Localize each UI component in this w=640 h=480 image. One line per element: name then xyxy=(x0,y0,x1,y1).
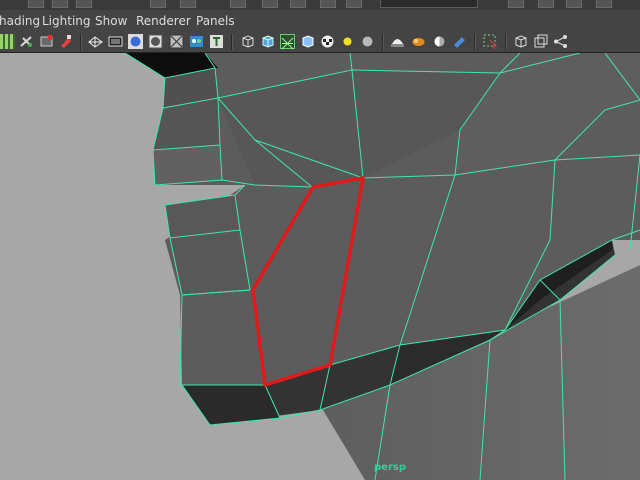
anti-aliasing-icon[interactable] xyxy=(452,34,467,49)
wireframe-cube-icon[interactable] xyxy=(240,34,255,49)
shaded-sphere-icon[interactable] xyxy=(128,34,143,49)
xray-joints-icon[interactable] xyxy=(513,34,528,49)
status-line-button[interactable] xyxy=(76,0,92,8)
menu-panels[interactable]: Panels xyxy=(196,14,235,28)
status-line-button[interactable] xyxy=(596,0,612,8)
all-lights-icon[interactable] xyxy=(360,34,375,49)
image-plane-icon[interactable] xyxy=(58,34,73,49)
status-line-button[interactable] xyxy=(262,0,278,8)
bounding-box-icon[interactable] xyxy=(300,34,315,49)
menu-lighting[interactable]: Lighting xyxy=(42,14,91,28)
model-mesh[interactable] xyxy=(0,53,640,480)
film-gate-icon[interactable] xyxy=(108,34,123,49)
grease-pencil-icon[interactable] xyxy=(553,34,568,49)
shadows-icon[interactable] xyxy=(390,34,405,49)
grid-icon[interactable] xyxy=(0,34,15,49)
uv-texture-icon[interactable] xyxy=(189,34,204,49)
menu-show[interactable]: Show xyxy=(95,14,127,28)
status-line-button[interactable] xyxy=(346,0,362,8)
camera-attributes-icon[interactable] xyxy=(19,34,34,49)
status-line-button[interactable] xyxy=(52,0,68,8)
status-line-button[interactable] xyxy=(180,0,196,8)
menu-renderer[interactable]: Renderer xyxy=(136,14,191,28)
text-icon[interactable] xyxy=(209,34,224,49)
status-line-button[interactable] xyxy=(566,0,582,8)
default-light-icon[interactable] xyxy=(340,34,355,49)
panel-menu-bar: hading Lighting Show Renderer Panels xyxy=(0,10,640,33)
ambient-occlusion-icon[interactable] xyxy=(411,34,426,49)
wireframe-icon[interactable] xyxy=(88,34,103,49)
bookmark-icon[interactable] xyxy=(39,34,54,49)
isolate-select-icon[interactable] xyxy=(483,34,498,50)
xray-active-icon[interactable] xyxy=(533,34,548,49)
perspective-viewport[interactable] xyxy=(0,53,640,480)
status-line-button[interactable] xyxy=(508,0,524,8)
smooth-shade-cube-icon[interactable] xyxy=(260,34,275,49)
xray-icon[interactable] xyxy=(169,34,184,49)
status-line-button[interactable] xyxy=(538,0,554,8)
status-line-button[interactable] xyxy=(28,0,44,8)
status-line-button[interactable] xyxy=(320,0,336,8)
status-line-button[interactable] xyxy=(290,0,306,8)
status-line-button[interactable] xyxy=(230,0,246,8)
menu-shading[interactable]: hading xyxy=(0,14,40,28)
status-line-button[interactable] xyxy=(150,0,166,8)
panel-toolbar xyxy=(0,32,640,53)
wireframe-on-shaded-icon[interactable] xyxy=(280,34,295,50)
status-line-input-field[interactable] xyxy=(380,0,478,8)
checker-icon[interactable] xyxy=(320,34,335,49)
flat-shaded-icon[interactable] xyxy=(148,34,163,49)
camera-name-label: persp xyxy=(374,462,406,473)
motion-blur-icon[interactable] xyxy=(432,34,447,49)
